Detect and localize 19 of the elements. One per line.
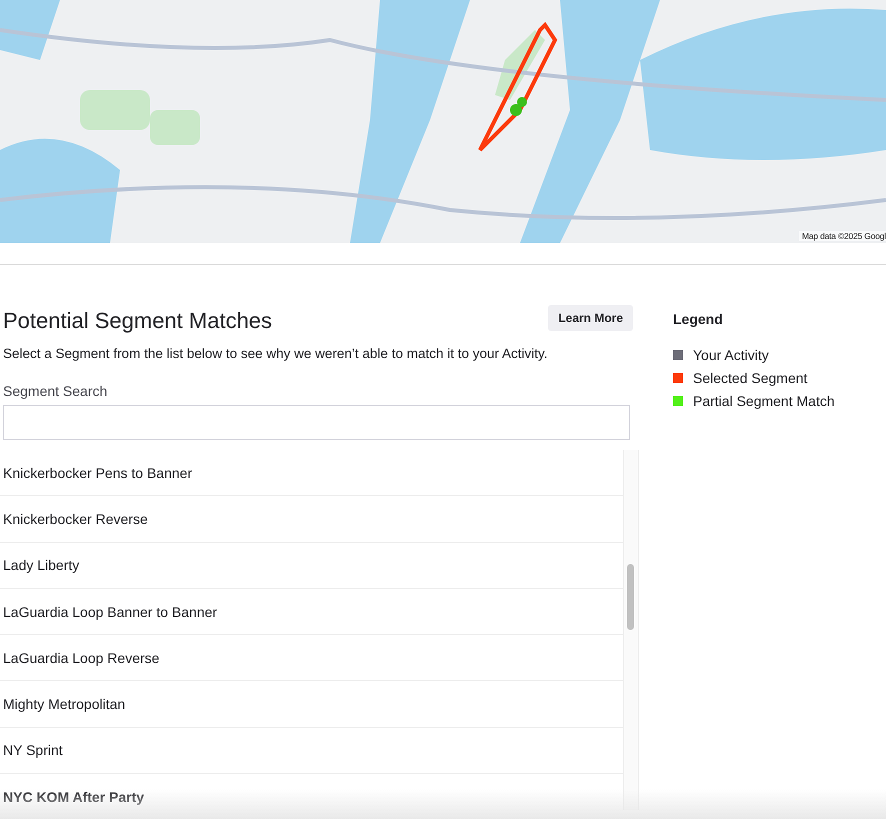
segment-item[interactable]: Knickerbocker Reverse — [0, 496, 624, 543]
segment-item[interactable]: NY Sprint — [0, 728, 624, 774]
segment-item[interactable]: Knickerbocker Pens to Banner — [0, 450, 624, 496]
legend-label: Your Activity — [693, 347, 769, 363]
legend-label: Selected Segment — [693, 370, 808, 386]
section-heading: Potential Segment Matches — [3, 308, 272, 334]
segment-item[interactable]: Mighty Metropolitan — [0, 681, 624, 728]
map-attribution: Map data ©2025 Googl — [798, 231, 886, 241]
description-text: Select a Segment from the list below to see why we weren’t able to match it to your Activity. — [3, 346, 548, 361]
search-label: Segment Search — [3, 383, 108, 399]
legend-label: Partial Segment Match — [693, 393, 835, 409]
learn-more-button[interactable]: Learn More — [548, 305, 633, 331]
segment-item[interactable]: NYC KOM After Party — [0, 774, 624, 810]
search-field[interactable] — [3, 405, 630, 440]
segment-item[interactable]: Lady Liberty — [0, 542, 624, 589]
legend-title: Legend — [673, 311, 724, 327]
scrollbar-thumb[interactable] — [627, 564, 634, 630]
segment-item[interactable]: LaGuardia Loop Reverse — [0, 635, 624, 682]
segment-item[interactable]: LaGuardia Loop Banner to Banner — [0, 588, 624, 636]
